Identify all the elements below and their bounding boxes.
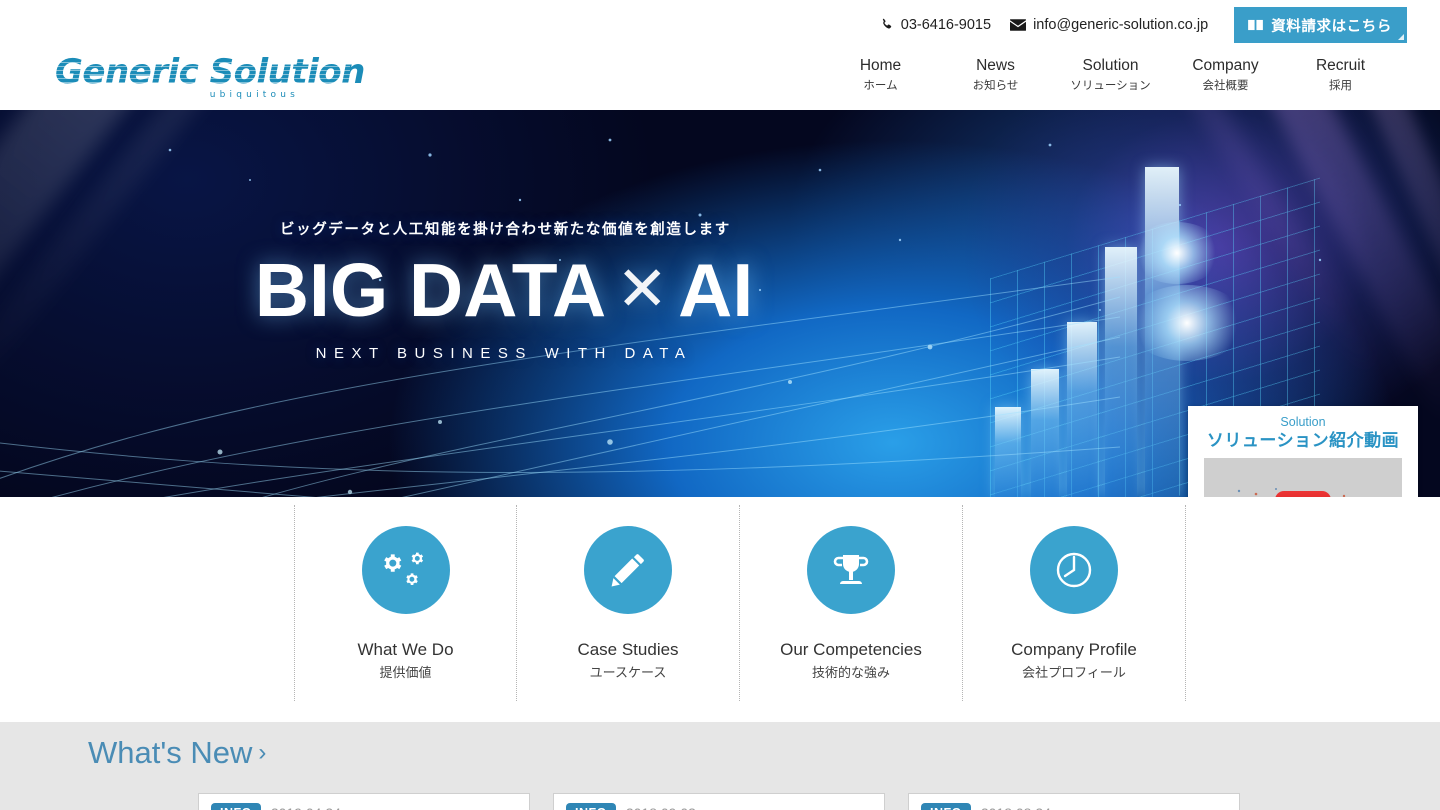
document-request-button[interactable]: 資料請求はこちら <box>1234 7 1407 43</box>
page-root: 03-6416-9015 info@generic-solution.co.jp… <box>0 0 1440 810</box>
status-badge: INFO <box>566 803 616 810</box>
whats-new-section: What's New › INFO 2019.04.24 INFO 2018.0… <box>0 722 1440 810</box>
status-badge: INFO <box>211 803 261 810</box>
nav-label-en: Home <box>859 57 902 74</box>
whats-new-label: What's New <box>88 735 253 770</box>
solution-video-card[interactable]: Solution ソリューション紹介動画 <box>1188 406 1418 497</box>
feature-icon-circle <box>584 526 672 614</box>
feature-icon-circle <box>361 526 450 614</box>
feature-icon-circle <box>807 526 895 614</box>
nav-label-en: Solution <box>1082 57 1139 74</box>
hero-copy: ビッグデータと人工知能を掛け合わせ新たな価値を創造します BIG DATA ✕ … <box>255 218 753 362</box>
envelope-icon <box>1010 19 1027 31</box>
top-utility-bar: 03-6416-9015 info@generic-solution.co.jp… <box>0 0 1440 50</box>
video-thumbnail[interactable] <box>1204 458 1402 497</box>
chevron-right-icon: › <box>258 739 267 766</box>
corner-marker-icon <box>1398 34 1404 40</box>
nav-label-jp: 会社概要 <box>1202 80 1249 92</box>
email-contact[interactable]: info@generic-solution.co.jp <box>1010 17 1208 33</box>
news-date: 2018.09.03 <box>626 803 696 810</box>
nav-item-news[interactable]: News お知らせ <box>938 56 1053 95</box>
site-header: Generic Solution ubiquitous Home ホーム New… <box>0 50 1440 110</box>
feature-label-jp: 会社プロフィール <box>1022 665 1126 680</box>
document-request-label: 資料請求はこちら <box>1271 18 1392 35</box>
clock-icon <box>1056 552 1092 588</box>
feature-icon-circle <box>1030 526 1118 614</box>
nav-label-en: Company <box>1192 57 1259 74</box>
feature-label-en: Our Competencies <box>780 640 922 659</box>
feature-label-jp: ユースケース <box>589 665 667 680</box>
trophy-icon <box>833 555 869 584</box>
whats-new-heading[interactable]: What's New › <box>88 735 266 771</box>
phone-icon <box>880 18 894 32</box>
video-card-label-en: Solution <box>1280 415 1326 429</box>
feature-label-en: Company Profile <box>1011 640 1137 659</box>
nav-label-jp: ホーム <box>863 80 898 92</box>
status-badge: INFO <box>921 803 971 810</box>
nav-label-jp: お知らせ <box>972 80 1019 92</box>
nav-label-jp: 採用 <box>1329 80 1352 92</box>
hero-title-right: AI <box>678 248 754 332</box>
feature-what-we-do[interactable]: What We Do 提供価値 <box>294 505 517 701</box>
hero-title: BIG DATA ✕ AI <box>255 251 753 329</box>
book-icon <box>1248 19 1264 31</box>
feature-links-section: What We Do 提供価値 Case Studies ユースケース Our … <box>0 497 1440 722</box>
site-logo[interactable]: Generic Solution ubiquitous <box>55 52 365 109</box>
pencil-icon <box>611 554 644 587</box>
feature-label-en: What We Do <box>357 640 454 659</box>
email-address: info@generic-solution.co.jp <box>1033 17 1209 33</box>
phone-contact[interactable]: 03-6416-9015 <box>880 17 991 33</box>
news-card[interactable]: INFO 2018.08.24 <box>908 793 1240 810</box>
feature-our-competencies[interactable]: Our Competencies 技術的な強み <box>740 505 963 701</box>
news-card[interactable]: INFO 2019.04.24 <box>198 793 530 810</box>
feature-case-studies[interactable]: Case Studies ユースケース <box>517 505 740 701</box>
gears-icon <box>383 552 423 585</box>
hero-title-left: BIG DATA <box>254 248 607 332</box>
feature-company-profile[interactable]: Company Profile 会社プロフィール <box>963 505 1186 701</box>
nav-item-home[interactable]: Home ホーム <box>823 56 938 95</box>
main-navigation: Home ホーム News お知らせ Solution ソリューション Comp… <box>823 56 1398 95</box>
nav-item-recruit[interactable]: Recruit 採用 <box>1283 56 1398 95</box>
hero-banner: ビッグデータと人工知能を掛け合わせ新たな価値を創造します BIG DATA ✕ … <box>0 110 1440 497</box>
feature-label-jp: 提供価値 <box>379 665 432 680</box>
logo-wordmark: Generic Solution <box>55 52 365 92</box>
hero-subtitle: NEXT BUSINESS WITH DATA <box>315 345 693 362</box>
news-card[interactable]: INFO 2018.09.03 <box>553 793 885 810</box>
news-date: 2019.04.24 <box>271 803 341 810</box>
feature-label-en: Case Studies <box>577 640 679 659</box>
phone-number: 03-6416-9015 <box>900 17 992 33</box>
hero-tagline: ビッグデータと人工知能を掛け合わせ新たな価値を創造します <box>280 222 731 238</box>
whats-new-card-list: INFO 2019.04.24 INFO 2018.09.03 INFO 201… <box>198 793 1240 810</box>
hero-title-cross-icon: ✕ <box>616 255 669 324</box>
nav-item-solution[interactable]: Solution ソリューション <box>1053 56 1168 95</box>
feature-label-jp: 技術的な強み <box>811 665 890 680</box>
nav-label-en: News <box>976 57 1015 74</box>
video-card-label-jp: ソリューション紹介動画 <box>1206 431 1400 450</box>
news-date: 2018.08.24 <box>981 803 1051 810</box>
nav-label-jp: ソリューション <box>1070 80 1151 92</box>
nav-item-company[interactable]: Company 会社概要 <box>1168 56 1283 95</box>
nav-label-en: Recruit <box>1315 57 1366 74</box>
